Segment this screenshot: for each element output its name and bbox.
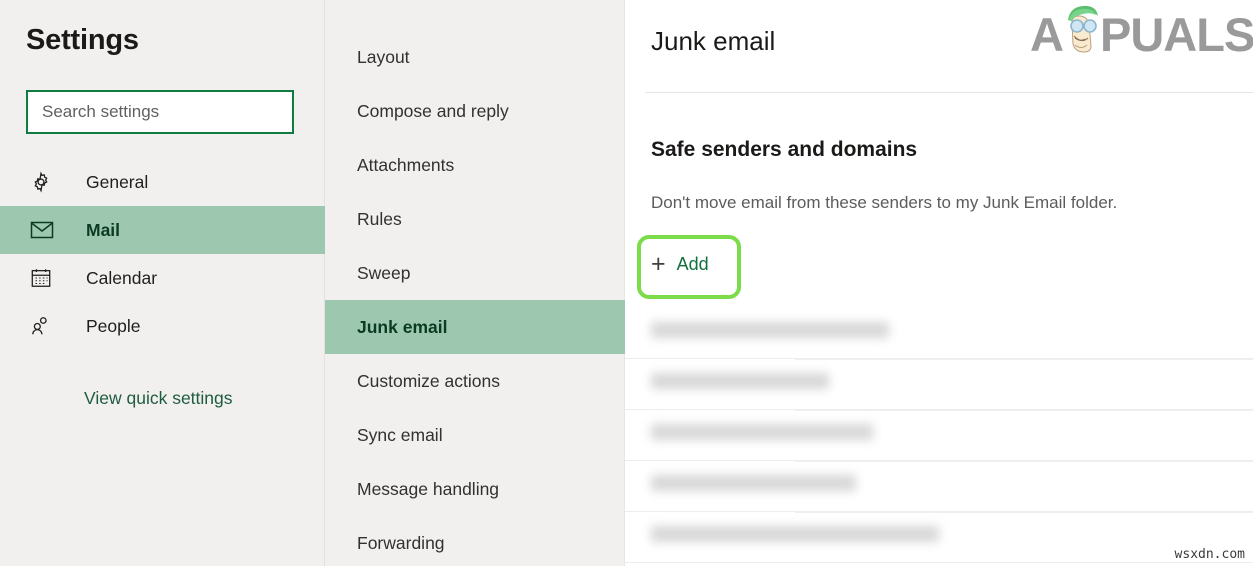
row-divider [795, 410, 1253, 411]
row-divider [795, 512, 1253, 513]
subnav-item-message-handling[interactable]: Message handling [325, 462, 625, 516]
subnav-item-junk-email[interactable]: Junk email [325, 300, 625, 354]
search-settings-input[interactable]: Search settings [26, 90, 294, 134]
calendar-icon [30, 266, 60, 290]
list-item[interactable] [625, 512, 1253, 563]
mail-subnav: Layout Compose and reply Attachments Rul… [325, 0, 625, 566]
safe-senders-section-title: Safe senders and domains [651, 138, 918, 161]
subnav-item-sync-email[interactable]: Sync email [325, 408, 625, 462]
sidebar-nav-list: General Mail Calendar People [0, 158, 325, 350]
subnav-item-layout[interactable]: Layout [325, 30, 625, 84]
subnav-item-attachments[interactable]: Attachments [325, 138, 625, 192]
appuals-logo: A PUALS [1028, 4, 1253, 61]
sidebar-item-label: People [86, 315, 141, 336]
svg-text:A: A [1030, 8, 1064, 60]
subnav-item-compose-and-reply[interactable]: Compose and reply [325, 84, 625, 138]
list-item[interactable] [625, 461, 1253, 512]
header-divider [645, 92, 1253, 93]
settings-window: Settings Search settings General Mail Ca… [0, 0, 1253, 566]
safe-senders-description: Don't move email from these senders to m… [651, 193, 1118, 212]
add-button-label: Add [676, 254, 709, 274]
sidebar-item-mail[interactable]: Mail [0, 206, 325, 254]
svg-text:PUALS: PUALS [1100, 8, 1253, 60]
redacted-sender-address [651, 475, 856, 491]
row-divider [795, 461, 1253, 462]
sidebar-item-people[interactable]: People [0, 302, 325, 350]
people-icon [30, 314, 60, 338]
search-input-placeholder: Search settings [42, 102, 160, 121]
subnav-item-rules[interactable]: Rules [325, 192, 625, 246]
watermark-text: wsxdn.com [1174, 547, 1245, 562]
page-title: Settings [26, 24, 139, 56]
subnav-item-customize-actions[interactable]: Customize actions [325, 354, 625, 408]
sidebar-item-calendar[interactable]: Calendar [0, 254, 325, 302]
list-item[interactable] [625, 308, 1253, 359]
envelope-icon [30, 218, 60, 242]
list-item[interactable] [625, 410, 1253, 461]
plus-icon: + [651, 250, 666, 278]
mail-subnav-list: Layout Compose and reply Attachments Rul… [325, 30, 625, 570]
content-page-title: Junk email [651, 26, 776, 56]
view-quick-settings-link[interactable]: View quick settings [84, 388, 233, 409]
redacted-sender-address [651, 373, 829, 389]
sidebar-item-general[interactable]: General [0, 158, 325, 206]
subnav-item-sweep[interactable]: Sweep [325, 246, 625, 300]
redacted-sender-address [651, 322, 889, 338]
gear-icon [30, 170, 60, 194]
settings-sidebar: Settings Search settings General Mail Ca… [0, 0, 325, 566]
add-safe-sender-button[interactable]: + Add [651, 252, 709, 277]
sidebar-item-label: Mail [86, 219, 121, 240]
sidebar-item-label: Calendar [86, 267, 158, 288]
redacted-sender-address [651, 424, 873, 440]
subnav-item-forwarding[interactable]: Forwarding [325, 516, 625, 570]
list-item[interactable] [625, 359, 1253, 410]
junk-email-pane: Junk email A PUALS Safe senders and doma… [625, 0, 1253, 566]
row-divider [795, 359, 1253, 360]
redacted-sender-address [651, 526, 939, 542]
sidebar-item-label: General [86, 171, 149, 192]
safe-senders-list [625, 308, 1253, 566]
